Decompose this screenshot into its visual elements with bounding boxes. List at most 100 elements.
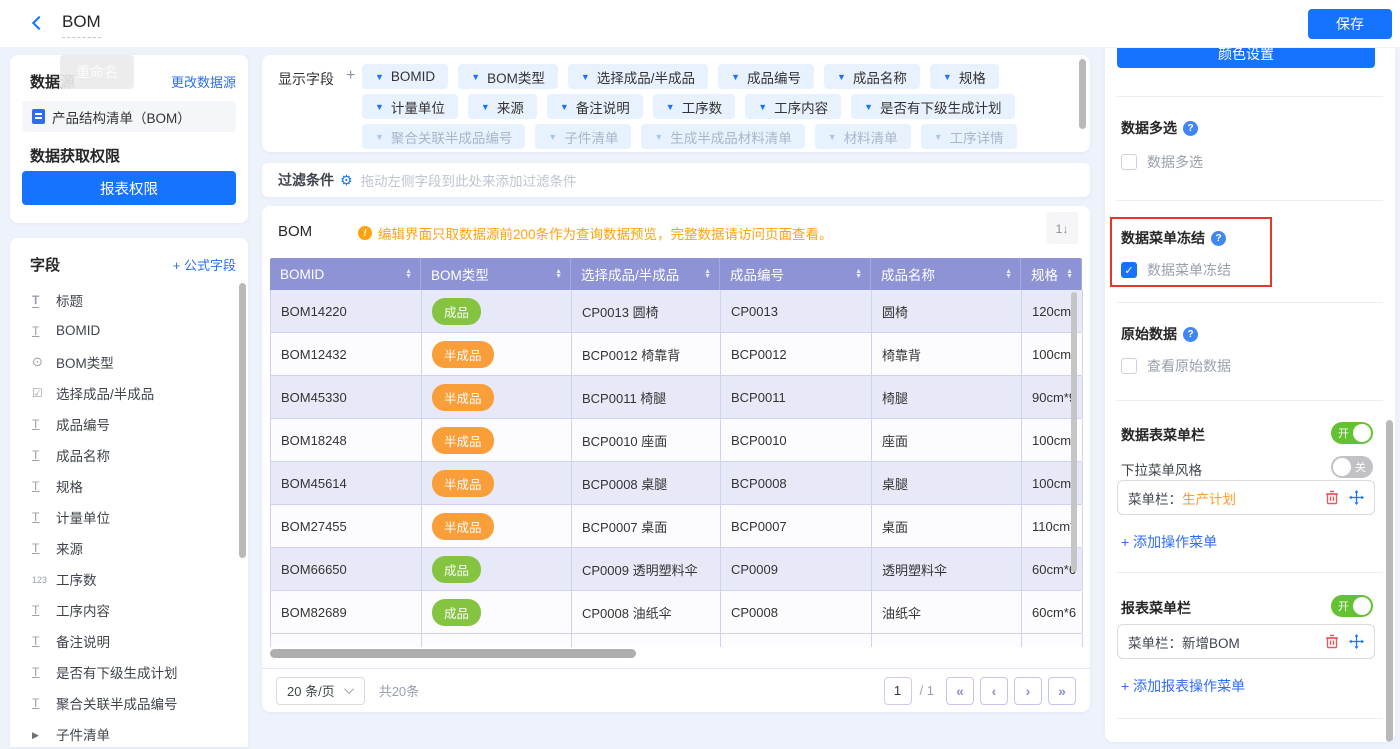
- field-item[interactable]: 成品编号: [10, 408, 238, 439]
- settings-scrollbar[interactable]: [1386, 420, 1393, 742]
- trash-icon[interactable]: [1325, 634, 1339, 649]
- report-menu-toggle[interactable]: 开: [1331, 595, 1373, 617]
- raw-data-checkbox-row[interactable]: 查看原始数据: [1121, 356, 1231, 376]
- column-header[interactable]: BOM类型: [421, 258, 571, 290]
- table-row[interactable]: BOM18248 半成品 BCP0010 座面 BCP0010 座面 100cm…: [271, 419, 1082, 462]
- dropdown-style-toggle[interactable]: 关: [1331, 456, 1373, 478]
- table-row[interactable]: BOM27455 半成品 BCP0007 桌面 BCP0007 桌面 110cm…: [271, 505, 1082, 548]
- display-field-chip[interactable]: 工序内容: [745, 94, 841, 119]
- sort-order-button[interactable]: [1046, 212, 1078, 244]
- column-header[interactable]: 选择成品/半成品: [571, 258, 720, 290]
- add-operation-menu-link[interactable]: + 添加操作菜单: [1121, 532, 1217, 552]
- field-item[interactable]: 规格: [10, 470, 238, 501]
- table-body: BOM14220 成品 CP0013 圆椅 CP0013 圆椅 120cm* B…: [270, 290, 1082, 634]
- report-menu-item[interactable]: 菜单栏： 新增BOM: [1117, 624, 1375, 659]
- field-item[interactable]: 工序内容: [10, 594, 238, 625]
- field-item[interactable]: 来源: [10, 532, 238, 563]
- field-item[interactable]: 子件清单: [10, 718, 238, 749]
- cell-bom-type: 半成品: [422, 333, 572, 375]
- field-item[interactable]: 成品名称: [10, 439, 238, 470]
- cell-product-name: 圆椅: [872, 290, 1022, 332]
- table-horizontal-scrollbar[interactable]: [270, 649, 636, 658]
- last-page-button[interactable]: [1048, 677, 1076, 705]
- save-button[interactable]: 保存: [1308, 9, 1392, 39]
- table-row[interactable]: BOM45614 半成品 BCP0008 桌腿 BCP0008 桌腿 100cm…: [271, 462, 1082, 505]
- report-permission-button[interactable]: 报表权限: [22, 171, 236, 205]
- checkbox-unchecked[interactable]: [1121, 358, 1137, 374]
- add-formula-field-link[interactable]: + 公式字段: [173, 255, 236, 274]
- display-field-chip[interactable]: 规格: [930, 64, 999, 89]
- back-button[interactable]: [30, 15, 48, 33]
- page-size-select[interactable]: 20 条/页: [276, 677, 365, 705]
- chip-label: 工序数: [682, 97, 723, 117]
- display-field-chip[interactable]: BOM类型: [458, 64, 558, 89]
- field-item[interactable]: 工序数: [10, 563, 238, 594]
- multi-select-checkbox-row[interactable]: 数据多选: [1121, 152, 1203, 172]
- display-field-chip[interactable]: 工序数: [653, 94, 735, 119]
- display-field-chip[interactable]: 聚合关联半成品编号: [362, 124, 525, 149]
- help-icon[interactable]: [1211, 231, 1226, 246]
- table-menu-item[interactable]: 菜单栏： 生产计划: [1117, 480, 1375, 515]
- bom-type-badge: 成品: [432, 599, 481, 626]
- first-page-button[interactable]: [946, 677, 974, 705]
- gear-icon[interactable]: [340, 172, 353, 189]
- display-field-chip[interactable]: 计量单位: [362, 94, 458, 119]
- column-header[interactable]: BOMID: [270, 258, 421, 290]
- display-field-chip[interactable]: 生成半成品材料清单: [641, 124, 804, 149]
- display-field-chip[interactable]: 工序详情: [921, 124, 1017, 149]
- table-row[interactable]: BOM66650 成品 CP0009 透明塑料伞 CP0009 透明塑料伞 60…: [271, 548, 1082, 591]
- table-row[interactable]: BOM12432 半成品 BCP0012 椅靠背 BCP0012 椅靠背 100…: [271, 333, 1082, 376]
- page-title[interactable]: BOM: [62, 12, 101, 38]
- field-item[interactable]: 是否有下级生成计划: [10, 656, 238, 687]
- datasource-item[interactable]: 产品结构清单（BOM）: [22, 101, 236, 132]
- cell-product-code: BCP0007: [721, 505, 872, 547]
- column-header[interactable]: 规格: [1021, 258, 1082, 290]
- table-row[interactable]: BOM14220 成品 CP0013 圆椅 CP0013 圆椅 120cm*: [271, 290, 1082, 333]
- display-field-chip[interactable]: 成品名称: [824, 64, 920, 89]
- field-item[interactable]: 聚合关联半成品编号: [10, 687, 238, 718]
- table-row[interactable]: BOM45330 半成品 BCP0011 椅腿 BCP0011 椅腿 90cm*…: [271, 376, 1082, 419]
- move-icon[interactable]: [1349, 634, 1364, 649]
- add-report-menu-link[interactable]: + 添加报表操作菜单: [1121, 676, 1245, 696]
- data-preview-panel: BOM 编辑界面只取数据源前200条作为查询数据预览，完整数据请访问页面查看。 …: [262, 206, 1090, 712]
- bom-type-badge: 半成品: [432, 470, 494, 497]
- fields-scrollbar[interactable]: [239, 283, 246, 558]
- display-field-chip[interactable]: 来源: [468, 94, 537, 119]
- next-page-button[interactable]: [1014, 677, 1042, 705]
- change-datasource-link[interactable]: 更改数据源: [171, 72, 236, 91]
- display-field-chip[interactable]: 子件清单: [535, 124, 631, 149]
- field-item[interactable]: BOMID: [10, 315, 238, 346]
- field-item[interactable]: 选择成品/半成品: [10, 377, 238, 408]
- display-field-chip[interactable]: 选择成品/半成品: [568, 64, 708, 89]
- chip-label: 工序详情: [950, 127, 1004, 147]
- prev-page-button[interactable]: [980, 677, 1008, 705]
- help-icon[interactable]: [1183, 327, 1198, 342]
- display-field-chip[interactable]: 是否有下级生成计划: [851, 94, 1014, 119]
- field-item[interactable]: 备注说明: [10, 625, 238, 656]
- move-icon[interactable]: [1349, 490, 1364, 505]
- table-row[interactable]: BOM82689 成品 CP0008 油纸伞 CP0008 油纸伞 60cm*6: [271, 591, 1082, 634]
- table-vertical-scrollbar[interactable]: [1071, 292, 1077, 572]
- trash-icon[interactable]: [1325, 490, 1339, 505]
- display-field-chip[interactable]: BOMID: [362, 64, 448, 89]
- settings-panel: 颜色设置 数据多选 数据多选 数据菜单冻结 数据菜单冻结 原始数据 查看原始数据…: [1105, 40, 1395, 742]
- add-display-field-button[interactable]: +: [346, 67, 355, 85]
- page-number-input[interactable]: 1: [884, 677, 912, 705]
- checkbox-checked[interactable]: [1121, 262, 1137, 278]
- display-fields-scrollbar[interactable]: [1079, 59, 1086, 129]
- checkbox-unchecked[interactable]: [1121, 154, 1137, 170]
- display-field-chip[interactable]: 材料清单: [815, 124, 911, 149]
- help-icon[interactable]: [1183, 121, 1198, 136]
- table-menu-toggle[interactable]: 开: [1331, 422, 1373, 444]
- column-header[interactable]: 成品名称: [871, 258, 1021, 290]
- column-header[interactable]: 成品编号: [720, 258, 871, 290]
- field-item[interactable]: 标题: [10, 284, 238, 315]
- document-icon: [32, 109, 45, 124]
- display-field-chip[interactable]: 备注说明: [547, 94, 643, 119]
- field-type-icon: [32, 603, 56, 617]
- display-field-chip[interactable]: 成品编号: [718, 64, 814, 89]
- field-item[interactable]: 计量单位: [10, 501, 238, 532]
- field-item[interactable]: BOM类型: [10, 346, 238, 377]
- menu-freeze-checkbox-row[interactable]: 数据菜单冻结: [1121, 260, 1231, 280]
- cell-product-name: 座面: [872, 419, 1022, 461]
